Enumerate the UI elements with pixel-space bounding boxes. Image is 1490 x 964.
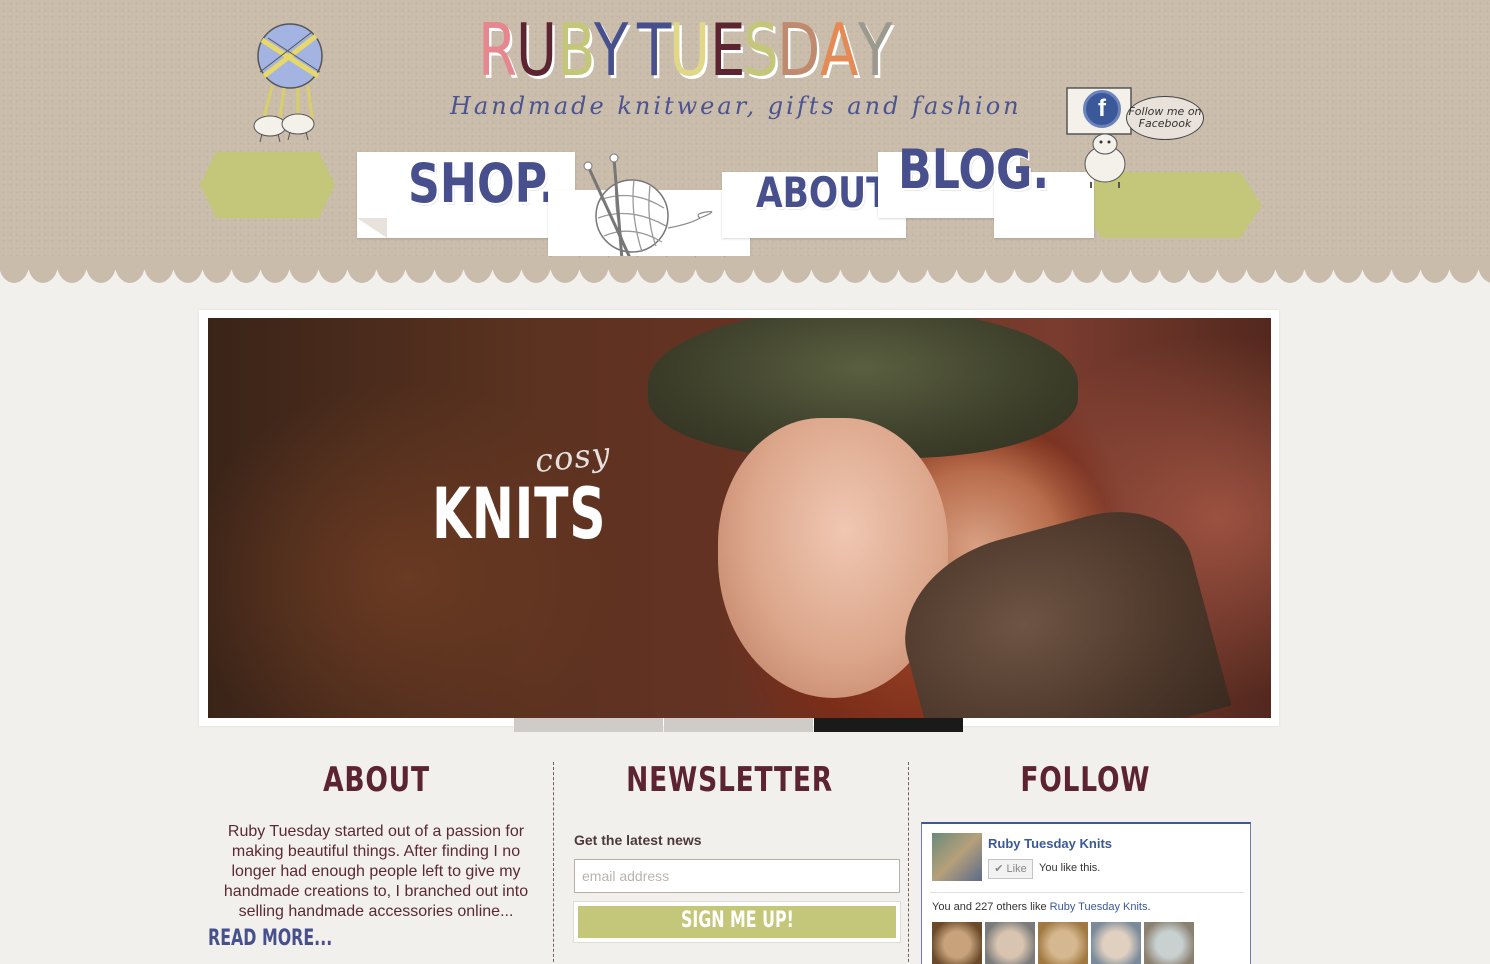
about-heading-text: ABOUT bbox=[322, 760, 430, 800]
email-field[interactable] bbox=[574, 859, 900, 893]
facebook-fan-avatar[interactable] bbox=[985, 922, 1035, 964]
nav-about-label: ABOUT. bbox=[756, 168, 898, 217]
facebook-like-box: Ruby Tuesday Knits ✔ Like You like this.… bbox=[921, 822, 1251, 964]
brand-letter: B bbox=[556, 8, 597, 92]
header-scallop-edge bbox=[0, 256, 1490, 286]
sign-up-button-label: SIGN ME UP! bbox=[680, 908, 794, 933]
read-more-label: READ MORE... bbox=[208, 926, 333, 951]
yarn-ball-icon bbox=[583, 153, 713, 260]
column-divider bbox=[553, 762, 554, 964]
facebook-fan-avatar[interactable] bbox=[1144, 922, 1194, 964]
facebook-likes-prefix: You and 227 others like bbox=[932, 901, 1050, 913]
slider-dot[interactable] bbox=[514, 718, 663, 732]
slide-image[interactable] bbox=[208, 318, 1271, 718]
brand-letter: A bbox=[820, 8, 861, 92]
ribbon-left-decoration bbox=[200, 152, 335, 218]
sign-up-button[interactable]: SIGN ME UP! bbox=[573, 901, 901, 943]
facebook-icon[interactable]: f bbox=[1083, 90, 1121, 128]
brand-letter: Y bbox=[857, 8, 894, 92]
check-icon: ✔ bbox=[994, 863, 1004, 875]
slider-dot[interactable] bbox=[664, 718, 813, 732]
slide-title: KNITS bbox=[432, 474, 632, 554]
facebook-likes-suffix: . bbox=[1147, 901, 1151, 913]
brand-letter: Y bbox=[594, 8, 631, 92]
facebook-like-button[interactable]: ✔ Like bbox=[988, 859, 1033, 879]
brand-letter: U bbox=[516, 8, 559, 92]
site-logo[interactable]: RUBY TUESDAY bbox=[478, 14, 998, 86]
facebook-fan-avatar[interactable] bbox=[1091, 922, 1141, 964]
brand-letter: T bbox=[637, 8, 673, 92]
facebook-like-label: Like bbox=[1006, 863, 1027, 875]
brand-letter: U bbox=[669, 8, 712, 92]
brand-letter: E bbox=[709, 8, 747, 92]
follow-heading: FOLLOW bbox=[915, 760, 1255, 804]
newsletter-label: Get the latest news bbox=[574, 832, 702, 848]
column-divider bbox=[908, 762, 909, 964]
brand-letter: S bbox=[743, 8, 781, 92]
newsletter-heading-text: NEWSLETTER bbox=[626, 760, 834, 800]
facebook-page-thumbnail[interactable] bbox=[932, 833, 982, 881]
facebook-likes-count: You and 227 others like Ruby Tuesday Kni… bbox=[932, 901, 1242, 917]
facebook-fan-avatar[interactable] bbox=[932, 922, 982, 964]
site-tagline: Handmade knitwear, gifts and fashion bbox=[450, 92, 1022, 120]
slide-title-text: KNITS bbox=[432, 473, 607, 555]
facebook-page-name[interactable]: Ruby Tuesday Knits bbox=[988, 836, 1188, 854]
brand-letter: R bbox=[478, 8, 519, 92]
facebook-faces bbox=[932, 922, 1242, 964]
read-more-link[interactable]: READ MORE... bbox=[208, 926, 348, 956]
facebook-separator bbox=[930, 892, 1244, 893]
brand-letter: D bbox=[776, 8, 822, 92]
yarn-balloon-icon bbox=[253, 23, 323, 143]
nav-shop-label: SHOP. bbox=[408, 152, 556, 215]
facebook-you-like: You like this. bbox=[1039, 862, 1101, 874]
facebook-follow-bubble[interactable]: Follow me on Facebook bbox=[1126, 96, 1204, 140]
banner-fold bbox=[357, 218, 387, 238]
facebook-page-link[interactable]: Ruby Tuesday Knits bbox=[1050, 901, 1148, 913]
nav-blog-label: BLOG. bbox=[898, 138, 1050, 201]
about-heading: ABOUT bbox=[206, 760, 546, 804]
slider-dot[interactable] bbox=[814, 718, 963, 732]
about-text: Ruby Tuesday started out of a passion fo… bbox=[223, 823, 529, 920]
nav-blog-link[interactable]: BLOG. bbox=[898, 138, 1082, 201]
newsletter-heading: NEWSLETTER bbox=[560, 760, 900, 804]
facebook-fan-avatar[interactable] bbox=[1038, 922, 1088, 964]
site-header: RUBY TUESDAY Handmade knitwear, gifts an… bbox=[0, 0, 1490, 270]
follow-heading-text: FOLLOW bbox=[1020, 760, 1150, 800]
